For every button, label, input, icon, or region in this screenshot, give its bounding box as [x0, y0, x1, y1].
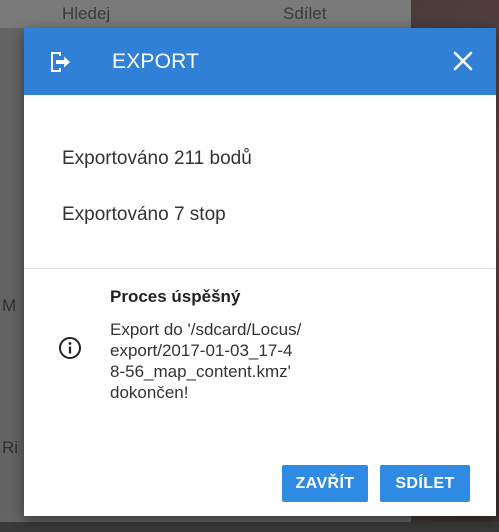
dialog-header: EXPORT	[24, 28, 496, 95]
background-tab-search: Hledej	[62, 4, 111, 23]
dialog-title: EXPORT	[112, 50, 200, 73]
export-icon	[48, 50, 72, 74]
background-tab-share: Sdílet	[283, 4, 327, 23]
exported-points-text: Exportováno 211 bodů	[62, 148, 252, 169]
background-bottom-bar	[0, 522, 499, 532]
share-button[interactable]: SDÍLET	[380, 465, 470, 502]
export-dialog: EXPORT Exportováno 211 bodů Exportováno …	[24, 28, 496, 516]
divider	[24, 268, 496, 269]
close-icon[interactable]	[452, 50, 474, 72]
result-title: Proces úspěšný	[110, 287, 241, 306]
result-message: Export do '/sdcard/Locus/ export/2017-01…	[110, 320, 302, 402]
close-button[interactable]: ZAVŘÍT	[282, 465, 368, 502]
info-icon	[58, 336, 82, 360]
background-side-text: M	[2, 296, 17, 315]
exported-tracks-text: Exportováno 7 stop	[62, 204, 226, 225]
background-side-text: Ri	[2, 438, 19, 457]
